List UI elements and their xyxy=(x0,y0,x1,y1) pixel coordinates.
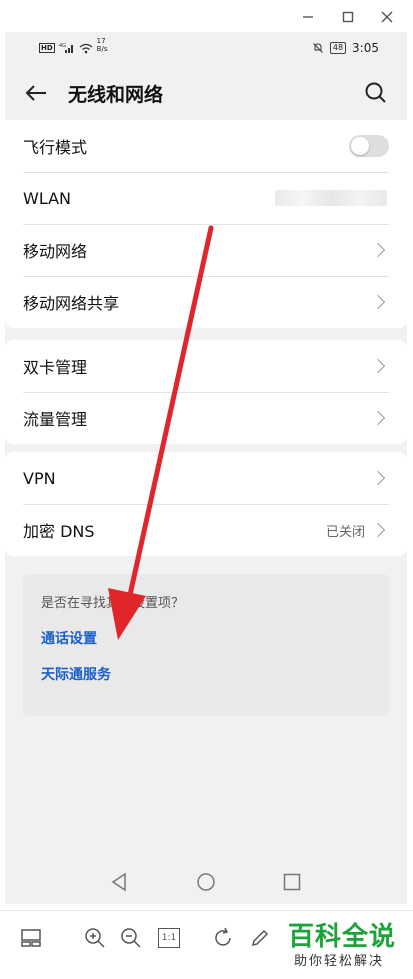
edit-pencil-icon xyxy=(251,929,269,947)
row-label: 移动网络 xyxy=(23,242,88,261)
vpn-row[interactable]: VPN xyxy=(5,452,407,504)
clock: 3:05 xyxy=(352,41,379,55)
chevron-right-icon xyxy=(370,470,386,486)
airplane-mode-toggle[interactable] xyxy=(349,135,389,157)
signal-4g-icon: 4G xyxy=(59,43,73,53)
svg-text:4G: 4G xyxy=(59,43,66,49)
zoom-out-button[interactable] xyxy=(118,925,144,951)
zoom-in-icon xyxy=(85,928,105,948)
row-label: 移动网络共享 xyxy=(23,294,120,313)
row-label: WLAN xyxy=(23,188,72,208)
layout-button[interactable] xyxy=(18,925,44,951)
home-circle-icon[interactable] xyxy=(196,872,216,892)
watermark-subtitle: 助你轻松解决 xyxy=(294,954,385,969)
actual-size-icon: 1:1 xyxy=(158,928,180,948)
close-button[interactable] xyxy=(375,6,399,28)
mute-bell-icon xyxy=(313,43,323,53)
chevron-right-icon xyxy=(370,522,386,538)
app-header xyxy=(5,66,407,120)
row-label: 双卡管理 xyxy=(23,358,88,377)
chevron-right-icon xyxy=(370,410,386,426)
settings-group-connectivity: 飞行模式 WLAN 移动网络 移动网络共享 xyxy=(5,120,407,328)
baike-watermark-logo: 百科全说 助你轻松解决 xyxy=(282,914,406,976)
wlan-network-name-redacted xyxy=(275,190,387,206)
search-button[interactable] xyxy=(361,78,391,108)
settings-group-sim: 双卡管理 流量管理 xyxy=(5,340,407,444)
maximize-icon xyxy=(342,11,354,23)
actual-size-label: 1:1 xyxy=(161,933,177,943)
recents-square-icon[interactable] xyxy=(282,872,302,892)
maximize-button[interactable] xyxy=(336,6,360,28)
airplane-mode-row[interactable]: 飞行模式 xyxy=(5,120,407,172)
row-label: 飞行模式 xyxy=(23,138,88,157)
tethering-row[interactable]: 移动网络共享 xyxy=(5,276,407,328)
zoom-out-icon xyxy=(121,928,141,948)
arrow-left-icon xyxy=(25,85,46,101)
minimize-icon xyxy=(303,16,313,18)
settings-group-privacy: VPN 加密 DNS 已关闭 xyxy=(5,452,407,556)
network-speed: 17 B/s xyxy=(96,37,108,53)
back-button[interactable] xyxy=(21,78,51,108)
dual-sim-row[interactable]: 双卡管理 xyxy=(5,340,407,392)
data-usage-row[interactable]: 流量管理 xyxy=(5,392,407,444)
minimize-button[interactable] xyxy=(296,6,320,28)
wifi-icon xyxy=(79,43,93,53)
zoom-in-button[interactable] xyxy=(82,925,108,951)
rotate-button[interactable] xyxy=(210,925,236,951)
row-label: 加密 DNS xyxy=(23,522,95,541)
battery-indicator: 48 xyxy=(329,42,347,54)
chevron-right-icon xyxy=(370,294,386,310)
search-icon xyxy=(365,82,386,103)
encrypted-dns-status: 已关闭 xyxy=(325,524,365,540)
row-label: 流量管理 xyxy=(23,410,88,429)
chevron-right-icon xyxy=(370,242,386,258)
watermark-title: 百科全说 xyxy=(288,922,397,952)
close-icon xyxy=(381,11,393,23)
back-triangle-icon[interactable] xyxy=(110,872,128,892)
skytone-service-link[interactable]: 天际通服务 xyxy=(41,664,111,684)
page-title: 无线和网络 xyxy=(68,84,164,106)
rotate-icon xyxy=(215,927,231,946)
phone-screen: HD 4G 17 B/s 48 3:05 无线和网络 飞行模式 WLAN 移动网… xyxy=(5,32,407,904)
layout-icon xyxy=(21,929,41,947)
edit-button[interactable] xyxy=(247,925,273,951)
suggestion-question: 是否在寻找其他设置项？ xyxy=(41,596,185,611)
suggestion-card: 是否在寻找其他设置项？ 通话设置 天际通服务 xyxy=(23,574,389,716)
call-settings-link[interactable]: 通话设置 xyxy=(41,628,97,648)
actual-size-button[interactable]: 1:1 xyxy=(156,925,182,951)
chevron-right-icon xyxy=(370,358,386,374)
system-nav-bar xyxy=(5,864,407,904)
encrypted-dns-row[interactable]: 加密 DNS 已关闭 xyxy=(5,504,407,556)
row-label: VPN xyxy=(23,468,56,488)
toggle-knob xyxy=(351,137,369,155)
status-bar: HD 4G 17 B/s 48 3:05 xyxy=(5,32,407,66)
wlan-row[interactable]: WLAN xyxy=(5,172,407,224)
hd-icon: HD xyxy=(39,43,55,53)
mobile-network-row[interactable]: 移动网络 xyxy=(5,224,407,276)
